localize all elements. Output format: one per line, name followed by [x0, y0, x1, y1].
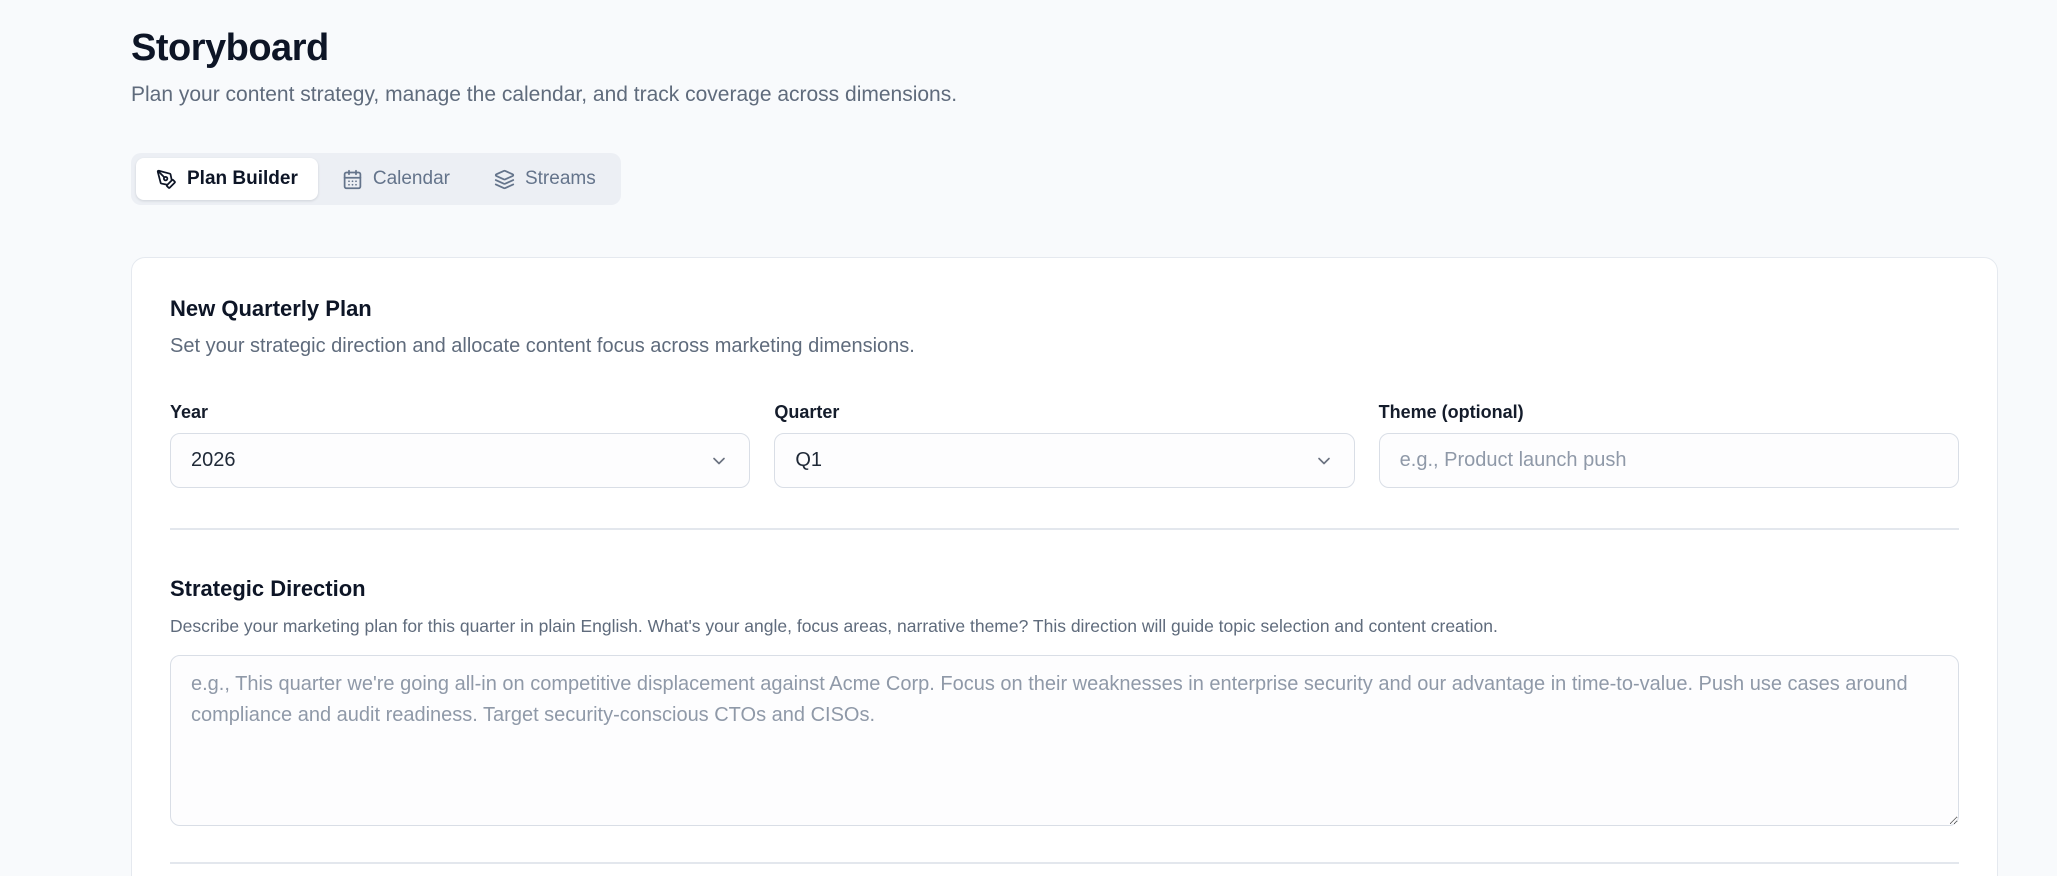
year-field: Year 2026: [170, 402, 750, 488]
section-divider: [170, 862, 1959, 864]
calendar-icon: [342, 169, 363, 190]
storyboard-page: Storyboard Plan your content strategy, m…: [0, 0, 2057, 876]
chevron-down-icon: [1314, 451, 1334, 471]
tab-streams-label: Streams: [525, 168, 596, 190]
tab-calendar-label: Calendar: [373, 168, 450, 190]
page-title: Storyboard: [131, 27, 1998, 70]
card-title: New Quarterly Plan: [170, 296, 1959, 322]
card-subtitle: Set your strategic direction and allocat…: [170, 335, 1959, 358]
theme-input[interactable]: [1379, 433, 1959, 488]
tab-calendar[interactable]: Calendar: [322, 158, 470, 200]
plan-settings-row: Year 2026 Quarter Q1 Theme (optional): [170, 402, 1959, 488]
year-label: Year: [170, 402, 750, 423]
chevron-down-icon: [709, 451, 729, 471]
quarter-select-value: Q1: [795, 449, 822, 472]
year-select-value: 2026: [191, 449, 236, 472]
quarter-label: Quarter: [774, 402, 1354, 423]
section-divider: [170, 528, 1959, 530]
pen-tool-icon: [156, 169, 177, 190]
strategic-direction-section: Strategic Direction Describe your market…: [170, 576, 1959, 826]
layers-icon: [494, 169, 515, 190]
year-select[interactable]: 2026: [170, 433, 750, 488]
quarter-select[interactable]: Q1: [774, 433, 1354, 488]
theme-field: Theme (optional): [1379, 402, 1959, 488]
theme-label: Theme (optional): [1379, 402, 1959, 423]
new-quarterly-plan-card: New Quarterly Plan Set your strategic di…: [131, 257, 1998, 876]
tab-streams[interactable]: Streams: [474, 158, 616, 200]
quarter-field: Quarter Q1: [774, 402, 1354, 488]
strategic-direction-textarea[interactable]: [170, 655, 1959, 826]
tab-plan-builder[interactable]: Plan Builder: [136, 158, 318, 200]
tab-plan-builder-label: Plan Builder: [187, 168, 298, 190]
strategic-direction-description: Describe your marketing plan for this qu…: [170, 616, 1959, 637]
view-tabs: Plan Builder Calendar Streams: [131, 153, 621, 205]
page-subtitle: Plan your content strategy, manage the c…: [131, 83, 1998, 107]
strategic-direction-title: Strategic Direction: [170, 576, 1959, 602]
